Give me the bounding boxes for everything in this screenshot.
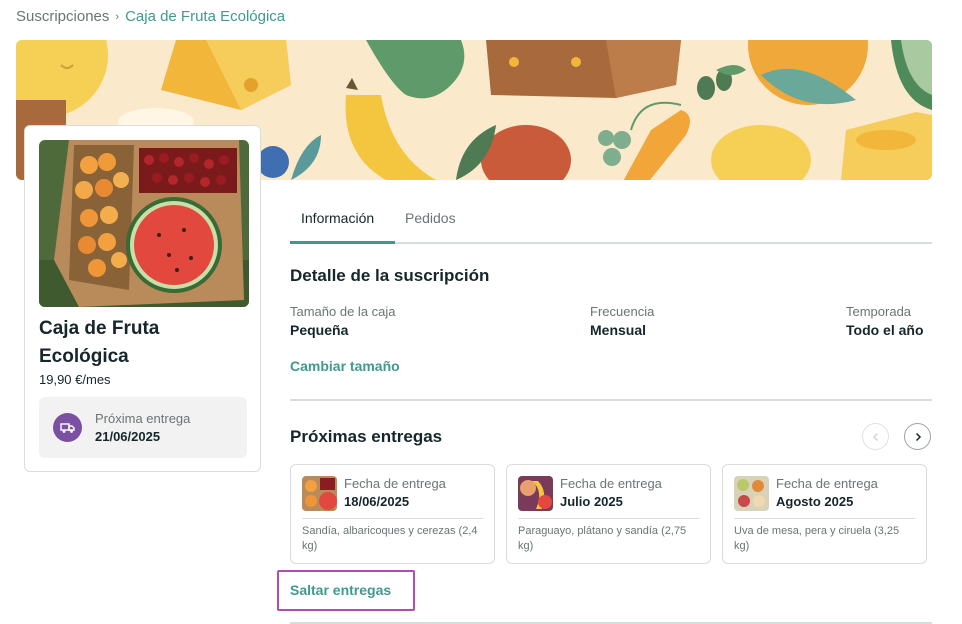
- box-size-label: Tamaño de la caja: [290, 304, 396, 319]
- delivery-date: Julio 2025: [560, 494, 623, 509]
- active-tab-indicator: [290, 241, 395, 244]
- breadcrumb-current[interactable]: Caja de Fruta Ecológica: [125, 8, 285, 25]
- next-delivery-box: Próxima entrega 21/06/2025: [39, 397, 247, 458]
- delivery-date-label: Fecha de entrega: [344, 476, 446, 491]
- delivery-date: 18/06/2025: [344, 494, 410, 509]
- delivery-thumbnail: [518, 476, 553, 511]
- season-value: Todo el año: [846, 322, 924, 338]
- product-title: Caja de Fruta Ecológica: [39, 318, 160, 367]
- box-size-value: Pequeña: [290, 322, 349, 338]
- delivery-date-label: Fecha de entrega: [776, 476, 878, 491]
- change-size-link[interactable]: Cambiar tamaño: [290, 358, 400, 374]
- next-deliveries-button[interactable]: [904, 423, 931, 450]
- delivery-card-divider: [302, 518, 483, 519]
- product-price: 19,90 €/mes: [39, 372, 111, 387]
- next-delivery-label: Próxima entrega: [95, 411, 191, 426]
- delivery-thumbnail: [302, 476, 337, 511]
- previous-deliveries-button[interactable]: [862, 423, 889, 450]
- product-card: Caja de Fruta Ecológica 19,90 €/mes Próx…: [24, 125, 261, 472]
- tab-information[interactable]: Información: [301, 210, 374, 226]
- upcoming-deliveries-title: Próximas entregas: [290, 427, 443, 446]
- delivery-date-label: Fecha de entrega: [560, 476, 662, 491]
- next-delivery-date: 21/06/2025: [95, 429, 161, 444]
- delivery-date: Agosto 2025: [776, 494, 854, 509]
- delivery-card-divider: [734, 518, 915, 519]
- chevron-left-icon: [872, 432, 878, 441]
- breadcrumb-separator: ›: [115, 10, 120, 23]
- subscription-details-title: Detalle de la suscripción: [290, 266, 490, 285]
- skip-deliveries-link[interactable]: Saltar entregas: [290, 582, 391, 598]
- delivery-card[interactable]: Fecha de entrega Julio 2025 Paraguayo, p…: [506, 464, 711, 564]
- breadcrumb: Suscripciones › Caja de Fruta Ecológica: [16, 8, 285, 25]
- delivery-thumbnail: [734, 476, 769, 511]
- frequency-label: Frecuencia: [590, 304, 655, 319]
- product-photo: [39, 140, 249, 307]
- tab-orders[interactable]: Pedidos: [405, 210, 456, 226]
- delivery-description: Uva de mesa, pera y ciruela (3,25 kg): [734, 525, 900, 552]
- delivery-description: Sandía, albaricoques y cerezas (2,4 kg): [302, 525, 478, 552]
- season-label: Temporada: [846, 304, 912, 319]
- delivery-card[interactable]: Fecha de entrega Agosto 2025 Uva de mesa…: [722, 464, 927, 564]
- chevron-right-icon: [915, 432, 921, 441]
- delivery-card-divider: [518, 518, 699, 519]
- breadcrumb-subscriptions-link[interactable]: Suscripciones: [16, 8, 109, 25]
- section-divider: [290, 399, 932, 401]
- delivery-description: Paraguayo, plátano y sandía (2,75 kg): [518, 525, 687, 552]
- delivery-card[interactable]: Fecha de entrega 18/06/2025 Sandía, alba…: [290, 464, 495, 564]
- frequency-value: Mensual: [590, 322, 647, 338]
- tab-bar: Información Pedidos: [290, 200, 932, 244]
- truck-icon: [53, 413, 82, 442]
